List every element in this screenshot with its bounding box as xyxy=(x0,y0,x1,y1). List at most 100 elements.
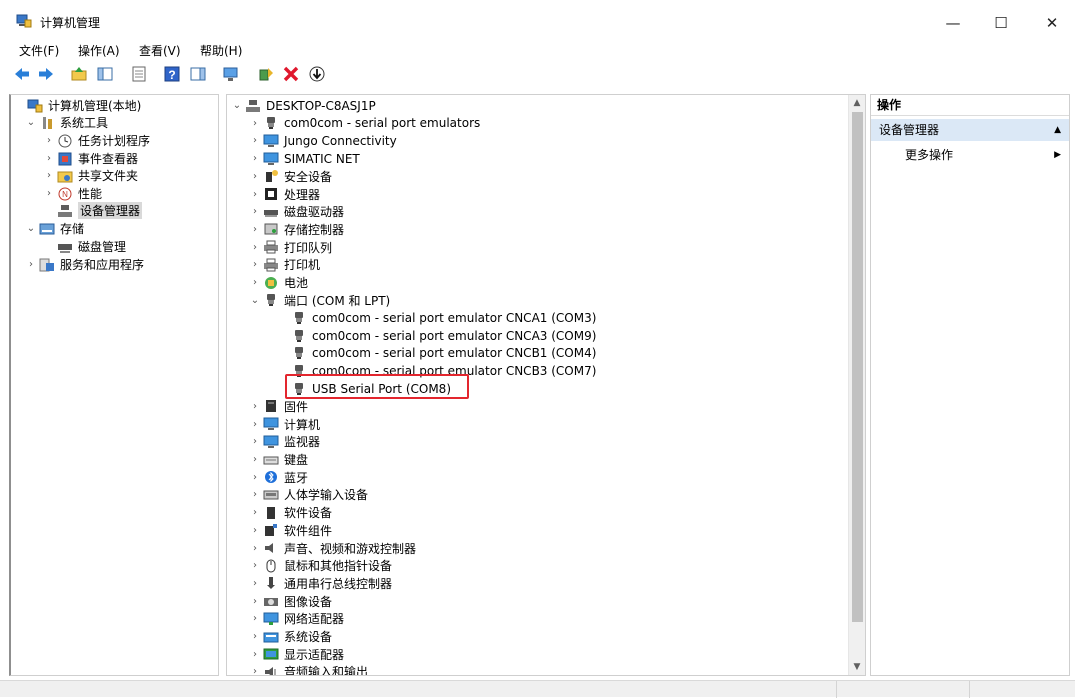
tree-item-system-tools[interactable]: ⌄ 系统工具 xyxy=(25,114,108,131)
tree-expander[interactable]: › xyxy=(249,259,261,270)
tree-item-computer-management[interactable]: 计算机管理(本地) xyxy=(13,97,141,114)
tree-expander[interactable]: › xyxy=(249,242,261,253)
tree-item-performance[interactable]: › N 性能 xyxy=(43,185,102,202)
tree-expander[interactable]: ⌄ xyxy=(249,295,261,306)
tree-expander[interactable]: › xyxy=(249,507,261,518)
scrollbar-thumb[interactable] xyxy=(852,112,863,622)
tree-expander[interactable]: › xyxy=(249,436,261,447)
tree-expander[interactable]: › xyxy=(249,613,261,624)
tree-expander[interactable]: › xyxy=(43,153,55,164)
device-tree-item[interactable]: › 键盘 xyxy=(249,451,308,468)
tree-expander[interactable]: › xyxy=(249,135,261,146)
device-tree-item[interactable]: › Jungo Connectivity xyxy=(249,132,397,149)
update-driver-icon[interactable] xyxy=(257,65,275,83)
tree-expander[interactable]: › xyxy=(249,171,261,182)
vertical-scrollbar[interactable]: ▲ ▼ xyxy=(848,95,865,675)
tree-item-device-manager[interactable]: 设备管理器 xyxy=(43,202,143,219)
tree-expander[interactable]: › xyxy=(43,188,55,199)
device-tree-item[interactable]: › 软件设备 xyxy=(249,504,332,521)
device-tree-item[interactable]: com0com - serial port emulator CNCA1 (CO… xyxy=(277,309,596,326)
tree-expander[interactable]: › xyxy=(249,666,261,675)
device-tree-item[interactable]: › 打印机 xyxy=(249,256,320,273)
device-tree-item[interactable]: ⌄ 端口 (COM 和 LPT) xyxy=(249,292,390,309)
tree-expander[interactable]: › xyxy=(249,560,261,571)
tree-expander[interactable]: ⌄ xyxy=(25,117,37,128)
device-tree-item[interactable]: › 监视器 xyxy=(249,433,320,450)
menu-action[interactable]: 操作(A) xyxy=(78,42,120,59)
tree-expander[interactable]: › xyxy=(249,489,261,500)
tree-item-disk-management[interactable]: 磁盘管理 xyxy=(43,238,126,255)
tree-expander[interactable]: ⌄ xyxy=(231,100,243,111)
tree-expander[interactable]: › xyxy=(249,189,261,200)
tree-expander[interactable]: › xyxy=(249,525,261,536)
device-tree-item[interactable]: › 安全设备 xyxy=(249,168,332,185)
uninstall-icon[interactable] xyxy=(282,65,300,83)
device-tree-item[interactable]: › 磁盘驱动器 xyxy=(249,203,344,220)
maximize-button[interactable]: ☐ xyxy=(978,9,1024,37)
device-tree-item[interactable]: › 打印队列 xyxy=(249,239,332,256)
device-tree-item[interactable]: › 固件 xyxy=(249,398,308,415)
tree-expander[interactable]: › xyxy=(249,224,261,235)
enable-device-icon[interactable] xyxy=(308,65,326,83)
device-tree-item[interactable]: › 系统设备 xyxy=(249,628,332,645)
device-tree-item[interactable]: com0com - serial port emulator CNCB1 (CO… xyxy=(277,345,596,362)
menu-help[interactable]: 帮助(H) xyxy=(200,42,242,59)
tree-item-services-apps[interactable]: › 服务和应用程序 xyxy=(25,256,144,273)
tree-item-task-scheduler[interactable]: › 任务计划程序 xyxy=(43,132,150,149)
tree-expander[interactable]: › xyxy=(25,259,37,270)
device-tree-item[interactable]: › 声音、视频和游戏控制器 xyxy=(249,540,416,557)
tree-item-event-viewer[interactable]: › 事件查看器 xyxy=(43,150,138,167)
tree-expander[interactable]: › xyxy=(249,118,261,129)
action-pane-icon[interactable] xyxy=(189,65,207,83)
tree-expander[interactable]: › xyxy=(43,135,55,146)
device-tree-item[interactable]: › com0com - serial port emulators xyxy=(249,115,480,132)
device-tree-item[interactable]: › SIMATIC NET xyxy=(249,150,360,167)
more-actions-item[interactable]: 更多操作 xyxy=(905,147,953,163)
tree-expander[interactable]: › xyxy=(249,472,261,483)
properties-icon[interactable] xyxy=(130,65,148,83)
submenu-arrow-icon[interactable]: ▶ xyxy=(1054,147,1061,163)
device-tree-item[interactable]: com0com - serial port emulator CNCB3 (CO… xyxy=(277,363,596,380)
device-tree-item[interactable]: ⌄ DESKTOP-C8ASJ1P xyxy=(231,97,376,114)
tree-expander[interactable]: ⌄ xyxy=(25,223,37,234)
tree-expander[interactable]: › xyxy=(249,206,261,217)
tree-expander[interactable]: › xyxy=(249,153,261,164)
show-hide-tree-icon[interactable] xyxy=(96,65,114,83)
device-tree-item[interactable]: › 显示适配器 xyxy=(249,646,344,663)
tree-item-storage[interactable]: ⌄ 存储 xyxy=(25,220,84,237)
scan-hardware-icon[interactable] xyxy=(222,65,240,83)
device-tree-item[interactable]: › 软件组件 xyxy=(249,522,332,539)
device-tree-item[interactable]: › 通用串行总线控制器 xyxy=(249,575,392,592)
device-tree-item[interactable]: › 图像设备 xyxy=(249,593,332,610)
close-button[interactable]: ✕ xyxy=(1029,9,1075,37)
tree-expander[interactable]: › xyxy=(249,543,261,554)
tree-expander[interactable]: › xyxy=(249,419,261,430)
device-tree-item[interactable]: com0com - serial port emulator CNCA3 (CO… xyxy=(277,327,596,344)
help-icon[interactable]: ? xyxy=(163,65,181,83)
device-tree-item[interactable]: › 蓝牙 xyxy=(249,469,308,486)
device-tree-item[interactable]: › 鼠标和其他指针设备 xyxy=(249,557,392,574)
tree-item-shared-folders[interactable]: › 共享文件夹 xyxy=(43,167,138,184)
tree-expander[interactable]: › xyxy=(249,277,261,288)
menu-view[interactable]: 查看(V) xyxy=(139,42,181,59)
device-tree-item[interactable]: › 人体学输入设备 xyxy=(249,486,368,503)
device-tree-item[interactable]: › 计算机 xyxy=(249,416,320,433)
actions-section-device-manager[interactable]: 设备管理器 ▲ xyxy=(871,119,1069,141)
tree-expander[interactable]: › xyxy=(249,631,261,642)
tree-expander[interactable]: › xyxy=(249,454,261,465)
menu-file[interactable]: 文件(F) xyxy=(19,42,59,59)
back-arrow-icon[interactable] xyxy=(13,65,31,83)
device-tree-item[interactable]: › 处理器 xyxy=(249,186,320,203)
tree-expander[interactable]: › xyxy=(43,170,55,181)
tree-expander[interactable]: › xyxy=(249,401,261,412)
forward-arrow-icon[interactable] xyxy=(37,65,55,83)
device-tree-item[interactable]: › 网络适配器 xyxy=(249,610,344,627)
collapse-arrow-icon[interactable]: ▲ xyxy=(1054,119,1061,141)
tree-expander[interactable]: › xyxy=(249,578,261,589)
minimize-button[interactable]: — xyxy=(930,9,976,37)
device-tree-item[interactable]: › 电池 xyxy=(249,274,308,291)
tree-expander[interactable]: › xyxy=(249,596,261,607)
up-folder-icon[interactable] xyxy=(70,65,88,83)
device-item-usb-serial-port[interactable]: USB Serial Port (COM8) xyxy=(277,380,451,397)
tree-expander[interactable]: › xyxy=(249,649,261,660)
